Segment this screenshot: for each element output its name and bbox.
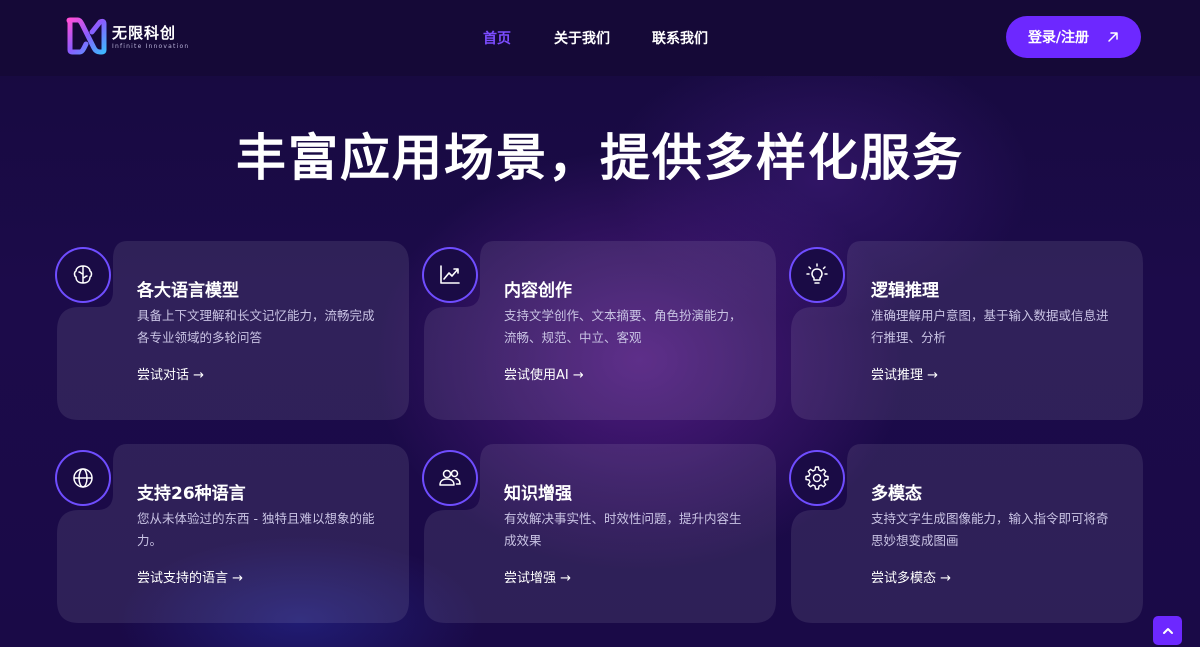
card-title: 逻辑推理 [871, 281, 939, 301]
arrow-right-icon: → [940, 571, 952, 586]
globe-icon [57, 452, 109, 504]
card-description: 支持文字生成图像能力，输入指令即可将奇思妙想变成图画 [871, 511, 1109, 548]
card-link-label: 尝试推理 [871, 368, 924, 383]
top-header: 无限科创 Infinite Innovation 首页 关于我们 联系我们 登录… [0, 0, 1200, 76]
card-description: 支持文学创作、文本摘要、角色扮演能力，流畅、规范、中立、客观 [504, 308, 742, 345]
nav-item-home[interactable]: 首页 [483, 28, 511, 48]
gear-icon [791, 452, 843, 504]
brand-logo[interactable]: 无限科创 Infinite Innovation [64, 15, 204, 57]
login-register-label: 登录/注册 [1027, 30, 1090, 46]
arrow-right-icon: → [927, 368, 939, 383]
feature-card-knowledge[interactable]: 知识增强 有效解决事实性、时效性问题，提升内容生成效果 尝试增强 → [424, 444, 776, 623]
brand-tagline: Infinite Innovation [112, 43, 190, 50]
card-link-try-chat[interactable]: 尝试对话 → [137, 364, 204, 383]
lightbulb-icon [791, 249, 843, 301]
scroll-to-top-button[interactable] [1153, 616, 1182, 645]
logo-mark-icon [66, 17, 107, 55]
card-link-try-reasoning[interactable]: 尝试推理 → [871, 364, 938, 383]
chart-trend-icon [424, 249, 476, 301]
card-link-label: 尝试使用AI [504, 368, 569, 383]
card-link-label: 尝试对话 [137, 368, 190, 383]
card-description: 您从未体验过的东西 - 独特且难以想象的能力。 [137, 511, 375, 548]
card-title: 支持26种语言 [137, 484, 246, 504]
nav-item-contact[interactable]: 联系我们 [652, 28, 708, 48]
feature-card-llm[interactable]: 各大语言模型 具备上下文理解和长文记忆能力，流畅完成各专业领域的多轮问答 尝试对… [57, 241, 409, 420]
page-headline: 丰富应用场景，提供多样化服务 [236, 129, 964, 187]
feature-card-reasoning[interactable]: 逻辑推理 准确理解用户意图，基于输入数据或信息进行推理、分析 尝试推理 → [791, 241, 1143, 420]
card-link-label: 尝试支持的语言 [137, 571, 229, 586]
feature-card-multimodal[interactable]: 多模态 支持文字生成图像能力，输入指令即可将奇思妙想变成图画 尝试多模态 → [791, 444, 1143, 623]
arrow-up-right-icon [1108, 32, 1118, 42]
card-link-try-languages[interactable]: 尝试支持的语言 → [137, 567, 243, 586]
card-description: 具备上下文理解和长文记忆能力，流畅完成各专业领域的多轮问答 [137, 308, 375, 345]
card-title: 内容创作 [504, 281, 572, 301]
card-title: 各大语言模型 [137, 281, 239, 301]
arrow-right-icon: → [193, 368, 205, 383]
card-link-try-multimodal[interactable]: 尝试多模态 → [871, 567, 951, 586]
arrow-right-icon: → [572, 368, 584, 383]
nav-item-about[interactable]: 关于我们 [554, 28, 610, 48]
users-icon [424, 452, 476, 504]
card-title: 多模态 [871, 484, 922, 504]
feature-card-content-creation[interactable]: 内容创作 支持文学创作、文本摘要、角色扮演能力，流畅、规范、中立、客观 尝试使用… [424, 241, 776, 420]
card-link-try-ai[interactable]: 尝试使用AI → [504, 364, 584, 383]
card-description: 准确理解用户意图，基于输入数据或信息进行推理、分析 [871, 308, 1109, 345]
arrow-right-icon: → [560, 571, 572, 586]
brand-name: 无限科创 [112, 24, 177, 42]
arrow-right-icon: → [232, 571, 244, 586]
feature-card-languages[interactable]: 支持26种语言 您从未体验过的东西 - 独特且难以想象的能力。 尝试支持的语言 … [57, 444, 409, 623]
card-description: 有效解决事实性、时效性问题，提升内容生成效果 [504, 511, 742, 548]
card-link-label: 尝试增强 [504, 571, 557, 586]
login-register-button[interactable]: 登录/注册 [1006, 16, 1141, 58]
card-link-try-enhance[interactable]: 尝试增强 → [504, 567, 571, 586]
brain-icon [57, 249, 109, 301]
card-title: 知识增强 [504, 484, 572, 504]
card-link-label: 尝试多模态 [871, 571, 937, 586]
chevron-up-icon [1162, 627, 1173, 634]
